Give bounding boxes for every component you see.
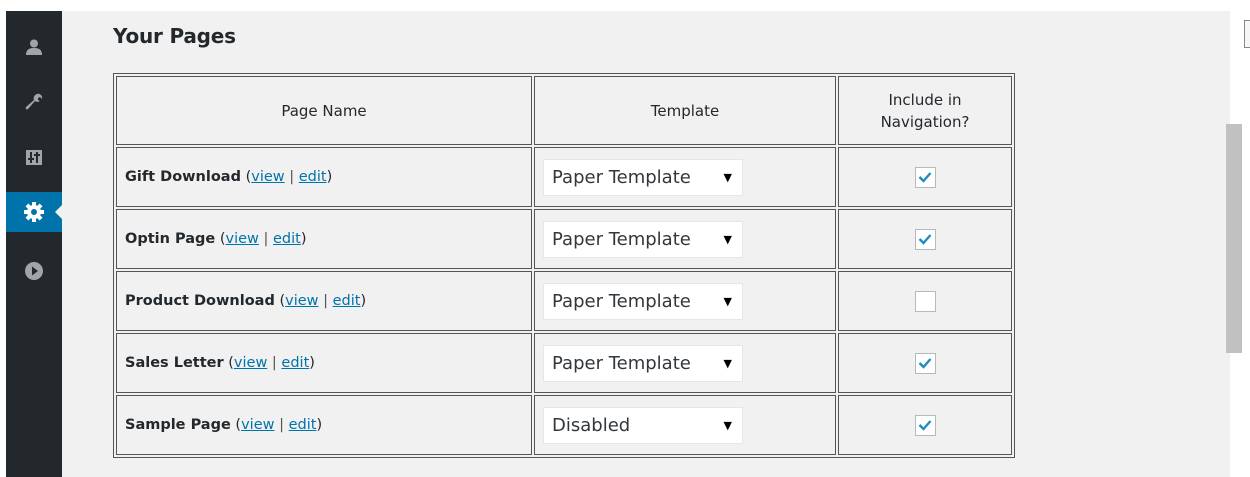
navigation-cell xyxy=(838,271,1012,331)
table-row: Optin Page (view | edit) Paper Template … xyxy=(116,209,1012,269)
navigation-cell xyxy=(838,209,1012,269)
users-icon xyxy=(24,37,44,57)
page-name: Gift Download xyxy=(125,169,241,185)
sidebar-item-gear[interactable] xyxy=(6,192,63,232)
scrollbar-thumb[interactable] xyxy=(1226,124,1242,353)
navigation-cell xyxy=(838,333,1012,393)
sidebar-item-settings[interactable] xyxy=(6,137,62,177)
view-link[interactable]: view xyxy=(226,231,259,247)
link-separator: | xyxy=(274,417,289,433)
navigation-cell xyxy=(838,147,1012,207)
include-in-navigation-checkbox[interactable] xyxy=(914,166,936,188)
page-title: Your Pages xyxy=(113,24,236,48)
template-cell: Paper Template ▼ xyxy=(534,333,836,393)
template-select[interactable]: Paper Template ▼ xyxy=(543,220,743,258)
paren-close: ) xyxy=(326,169,333,185)
page-name-cell: Gift Download (view | edit) xyxy=(116,147,532,207)
dropdown-arrow-icon: ▼ xyxy=(723,294,732,308)
settings-sliders-icon xyxy=(24,147,44,167)
template-cell: Paper Template ▼ xyxy=(534,209,836,269)
table-row: Product Download (view | edit) Paper Tem… xyxy=(116,271,1012,331)
checkmark-icon xyxy=(918,234,932,245)
page-name: Optin Page xyxy=(125,231,216,247)
template-select-value: Paper Template xyxy=(552,290,691,312)
view-link[interactable]: view xyxy=(234,355,267,371)
edit-link[interactable]: edit xyxy=(281,355,309,371)
page-name-cell: Optin Page (view | edit) xyxy=(116,209,532,269)
checkmark-icon xyxy=(918,420,932,431)
sidebar-item-users[interactable] xyxy=(6,27,62,67)
dropdown-arrow-icon: ▼ xyxy=(723,170,732,184)
link-separator: | xyxy=(258,231,273,247)
table-row: Sales Letter (view | edit) Paper Templat… xyxy=(116,333,1012,393)
header-nav-line2: Navigation? xyxy=(880,112,970,131)
tools-icon xyxy=(24,92,44,112)
template-select-value: Paper Template xyxy=(552,352,691,374)
dropdown-arrow-icon: ▼ xyxy=(723,418,732,432)
template-select-value: Paper Template xyxy=(552,166,691,188)
header-template: Template xyxy=(534,76,836,145)
header-nav-line1: Include in xyxy=(888,90,962,109)
dropdown-arrow-icon: ▼ xyxy=(723,232,732,246)
link-separator: | xyxy=(284,169,299,185)
page-name-cell: Sample Page (view | edit) xyxy=(116,395,532,455)
template-cell: Disabled ▼ xyxy=(534,395,836,455)
page-name-cell: Product Download (view | edit) xyxy=(116,271,532,331)
play-icon xyxy=(24,261,44,281)
pages-table: Page Name Template Include in Navigation… xyxy=(113,73,1015,458)
edit-link[interactable]: edit xyxy=(333,293,361,309)
scrollbar-up-button[interactable] xyxy=(1244,20,1250,48)
page-name: Product Download xyxy=(125,293,275,309)
page-name-cell: Sales Letter (view | edit) xyxy=(116,333,532,393)
table-row: Gift Download (view | edit) Paper Templa… xyxy=(116,147,1012,207)
include-in-navigation-checkbox[interactable] xyxy=(914,414,936,436)
template-select[interactable]: Disabled ▼ xyxy=(543,406,743,444)
paren-close: ) xyxy=(300,231,307,247)
dropdown-arrow-icon: ▼ xyxy=(723,356,732,370)
view-link[interactable]: view xyxy=(251,169,284,185)
view-link[interactable]: view xyxy=(241,417,274,433)
paren-close: ) xyxy=(316,417,323,433)
template-cell: Paper Template ▼ xyxy=(534,147,836,207)
table-header-row: Page Name Template Include in Navigation… xyxy=(116,76,1012,145)
template-select-value: Disabled xyxy=(552,414,631,436)
page-name: Sample Page xyxy=(125,417,231,433)
page-name: Sales Letter xyxy=(125,355,224,371)
admin-sidebar xyxy=(6,11,63,477)
view-link[interactable]: view xyxy=(285,293,318,309)
template-select[interactable]: Paper Template ▼ xyxy=(543,282,743,320)
include-in-navigation-checkbox[interactable] xyxy=(914,290,936,312)
edit-link[interactable]: edit xyxy=(299,169,327,185)
include-in-navigation-checkbox[interactable] xyxy=(914,228,936,250)
navigation-cell xyxy=(838,395,1012,455)
sidebar-item-tools[interactable] xyxy=(6,82,62,122)
include-in-navigation-checkbox[interactable] xyxy=(914,352,936,374)
paren-close: ) xyxy=(309,355,315,371)
template-select[interactable]: Paper Template ▼ xyxy=(543,158,743,196)
table-row: Sample Page (view | edit) Disabled ▼ xyxy=(116,395,1012,455)
paren-close: ) xyxy=(360,293,367,309)
link-separator: | xyxy=(318,293,333,309)
template-select-value: Paper Template xyxy=(552,228,691,250)
checkmark-icon xyxy=(918,172,932,183)
link-separator: | xyxy=(267,355,282,371)
template-cell: Paper Template ▼ xyxy=(534,271,836,331)
sidebar-item-media[interactable] xyxy=(6,251,62,291)
main-content: Your Pages Page Name Template Include in… xyxy=(62,11,1230,477)
edit-link[interactable]: edit xyxy=(289,417,317,433)
gear-icon xyxy=(23,201,45,223)
app-root: Your Pages Page Name Template Include in… xyxy=(0,0,1250,477)
template-select[interactable]: Paper Template ▼ xyxy=(543,344,743,382)
header-include-in-navigation: Include in Navigation? xyxy=(838,76,1012,145)
header-page-name: Page Name xyxy=(116,76,532,145)
checkmark-icon xyxy=(918,358,932,369)
edit-link[interactable]: edit xyxy=(273,231,301,247)
